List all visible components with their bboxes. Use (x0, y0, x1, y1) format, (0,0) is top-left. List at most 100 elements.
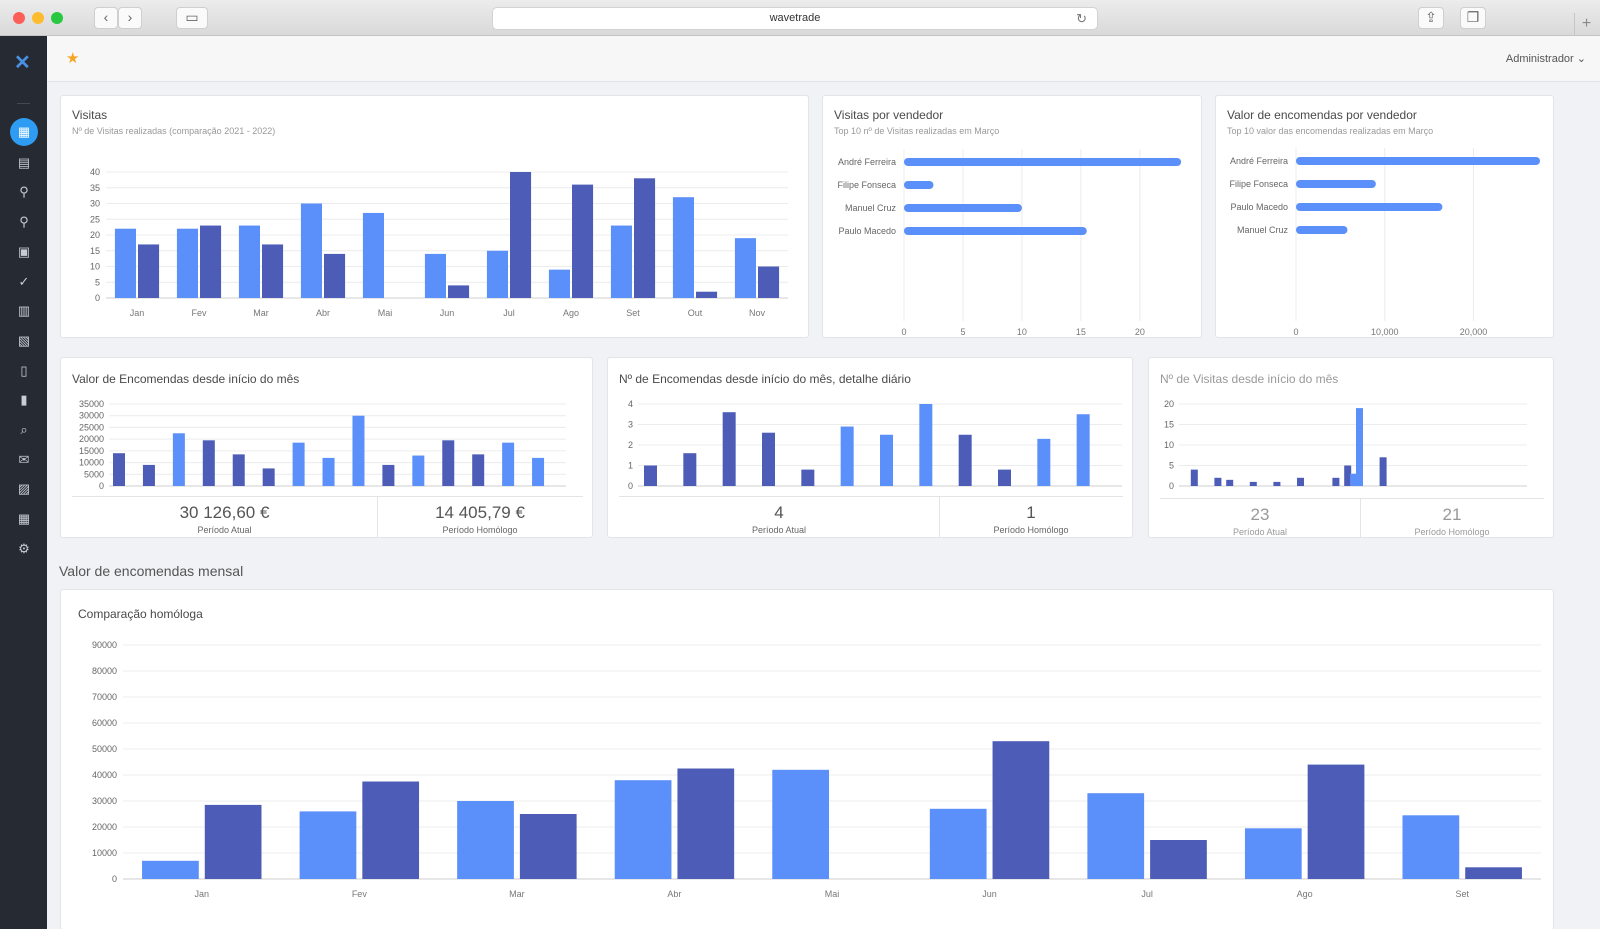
minimize-window-button[interactable] (32, 12, 44, 24)
location-icon[interactable]: ⚲ (9, 207, 39, 237)
close-window-button[interactable] (13, 12, 25, 24)
stat-value: 4 (774, 503, 784, 522)
search-icon[interactable]: ⌕ (9, 415, 39, 445)
dashboard-icon[interactable]: ▦ (10, 118, 38, 146)
chart-bar (1465, 867, 1522, 879)
x-tick-label: 15 (1076, 327, 1086, 337)
valor-mes-card: Valor de Encomendas desde início do mês … (60, 357, 593, 538)
stat-divider (72, 496, 583, 497)
x-tick-label: Mar (253, 308, 269, 318)
x-tick-label: Jan (130, 308, 145, 318)
valor-vendedor-chart: 0 10,000 20,000 André Ferreira Filipe Fonsec… (1229, 148, 1540, 337)
sidebar-toggle-button[interactable]: ▭ (176, 7, 208, 29)
y-tick-label: 80000 (92, 666, 117, 676)
briefcase-icon[interactable]: ▥ (9, 296, 39, 326)
x-tick-label: 5 (960, 327, 965, 337)
chart-bar (176, 228, 198, 298)
stat-value: 14 405,79 € (435, 503, 525, 522)
chart-bar (532, 457, 545, 486)
y-tick-label: 0 (112, 874, 117, 884)
chart-bar (1087, 793, 1145, 879)
top-header: ★ Administrador ⌄ (47, 36, 1600, 82)
y-category-label: Filipe Fonseca (837, 180, 896, 190)
chart-bar (172, 433, 185, 486)
user-menu[interactable]: Administrador ⌄ (1506, 52, 1586, 65)
chevron-left-icon: ‹ (103, 9, 109, 25)
y-tick-label: 35000 (79, 399, 104, 409)
calendar-icon[interactable]: ▣ (9, 237, 39, 267)
back-button[interactable]: ‹ (94, 7, 118, 29)
chart-bar (1190, 469, 1198, 486)
favorite-star-icon[interactable]: ★ (66, 49, 79, 67)
chart-bar (262, 468, 275, 486)
user-name: Administrador (1505, 53, 1574, 65)
x-tick-label: Ago (563, 308, 579, 318)
share-button[interactable]: ⇪ (1418, 7, 1444, 29)
chart-bar (448, 285, 470, 298)
chart-bar (300, 203, 322, 298)
chart-bar (1296, 157, 1540, 165)
chart-bar (1214, 477, 1222, 486)
chart-bar (142, 860, 199, 879)
stat-divider (619, 496, 1123, 497)
x-tick-label: Fev (352, 889, 368, 899)
x-tick-label: Jun (440, 308, 455, 318)
app-logo[interactable]: ✕ (14, 50, 31, 75)
address-book-icon[interactable]: ▧ (9, 326, 39, 356)
x-tick-label: Jun (982, 889, 997, 899)
chart-bar (548, 269, 570, 298)
x-tick-label: Abr (316, 308, 330, 318)
chart-bar (904, 204, 1022, 212)
report-icon[interactable]: ▨ (9, 474, 39, 504)
mail-icon[interactable]: ✉ (9, 445, 39, 475)
y-tick-label: 70000 (92, 692, 117, 702)
y-tick-label: 35 (90, 183, 100, 193)
y-tick-label: 0 (95, 293, 100, 303)
chart-bar (880, 434, 893, 486)
chart-bar (1379, 457, 1387, 486)
chart-bar (299, 811, 357, 879)
y-tick-label: 5000 (84, 469, 104, 479)
y-category-label: Paulo Macedo (838, 226, 896, 236)
chart-bar (958, 434, 972, 486)
chart-bar (510, 172, 532, 298)
y-tick-label: 50000 (92, 744, 117, 754)
chart-bar (683, 453, 697, 486)
forward-button[interactable]: › (118, 7, 142, 29)
tabs-button[interactable]: ❐ (1460, 7, 1486, 29)
map-pin-icon[interactable]: ⚲ (9, 177, 39, 207)
y-tick-label: 15 (90, 246, 100, 256)
table-icon[interactable]: ▦ (9, 504, 39, 534)
visitas-vendedor-chart: 0 5 10 15 20 André Ferreira Filipe Fonseca Manu… (837, 149, 1182, 337)
contacts-icon[interactable]: ▤ (9, 148, 39, 178)
chart-bar (502, 442, 515, 486)
y-tick-label: 0 (628, 481, 633, 491)
x-tick-label: Set (626, 308, 640, 318)
x-tick-label: Mai (825, 889, 840, 899)
reload-icon[interactable]: ↻ (1076, 8, 1087, 29)
sidebar: ✕ ▦ ▤ ⚲ ⚲ ▣ ✓ ▥ ▧ ▯ ▮ ⌕ ✉ ▨ ▦ ⚙ (0, 36, 47, 929)
x-tick-label: Jul (503, 308, 515, 318)
check-icon[interactable]: ✓ (9, 267, 39, 297)
visitas-card: Visitas Nº de Visitas realizadas (compar… (60, 95, 809, 338)
x-tick-label: Ago (1297, 889, 1313, 899)
maximize-window-button[interactable] (51, 12, 63, 24)
settings-icon[interactable]: ⚙ (9, 534, 39, 564)
y-tick-label: 25 (90, 214, 100, 224)
chart-bar (1356, 408, 1363, 486)
y-tick-label: 4 (628, 399, 633, 409)
x-tick-label: Abr (667, 889, 681, 899)
chart-bar (519, 814, 577, 879)
address-bar[interactable]: wavetrade ↻ (492, 7, 1098, 30)
document-icon[interactable]: ▯ (9, 356, 39, 386)
y-tick-label: 30000 (92, 796, 117, 806)
new-tab-button[interactable]: + (1574, 13, 1598, 35)
valor-vendedor-card: Valor de encomendas por vendedor Top 10 … (1215, 95, 1554, 338)
chart-bar (772, 769, 829, 879)
chart-bar (1296, 226, 1348, 234)
mobile-export-icon[interactable]: ▮ (9, 385, 39, 415)
chart-bar (114, 228, 136, 298)
chart-bar (324, 253, 346, 298)
chart-bar (238, 225, 260, 298)
y-category-label: André Ferreira (1230, 156, 1288, 166)
